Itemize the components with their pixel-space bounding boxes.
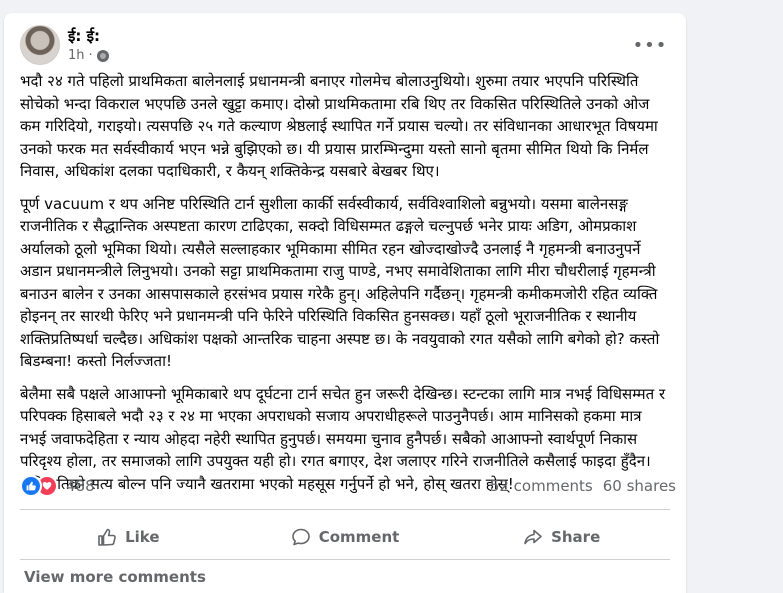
post-paragraph-2: पूर्ण vacuum र थप अनिष्ट परिस्थिति टार्न… [20,194,660,371]
reaction-count[interactable]: 488 [66,477,95,495]
divider-top [20,509,670,510]
post-time[interactable]: 1h [68,48,85,63]
like-label: Like [125,528,160,546]
share-button[interactable]: Share [453,517,670,557]
comment-icon [291,528,310,546]
post-paragraph-1: भदौ २४ गते पहिलो प्राथमिकता बालेनलाई प्र… [20,72,658,180]
post-body: भदौ २४ गते पहिलो प्राथमिकता बालेनलाई प्र… [20,70,672,505]
post-card: ई: ई: 1h · ••• भदौ २४ गते पहिलो प्राथमिक… [4,13,686,593]
view-more-comments-link[interactable]: View more comments [24,568,206,586]
globe-icon [96,49,109,62]
more-options-icon[interactable]: ••• [632,31,668,59]
reactions-row: 488 52 comments 60 shares [20,474,676,498]
author-avatar[interactable] [20,25,60,65]
share-icon [524,529,542,545]
action-bar: Like Comment Share [20,517,670,557]
like-reaction-icon [20,475,42,497]
meta-separator: · [88,48,93,63]
author-name[interactable]: ई: ई: [68,26,100,46]
comment-button[interactable]: Comment [237,517,454,557]
comment-label: Comment [318,528,400,546]
thumbs-up-icon [98,528,116,546]
share-label: Share [551,528,601,546]
shares-count[interactable]: 60 shares [603,477,676,495]
like-button[interactable]: Like [20,517,237,557]
comments-count[interactable]: 52 comments [490,477,593,495]
engagement-stats: 52 comments 60 shares [490,477,676,495]
post-header: ई: ई: 1h · ••• [20,25,674,67]
divider-bottom [20,559,670,560]
reaction-icons[interactable] [20,475,58,497]
post-meta: 1h · [68,48,109,63]
